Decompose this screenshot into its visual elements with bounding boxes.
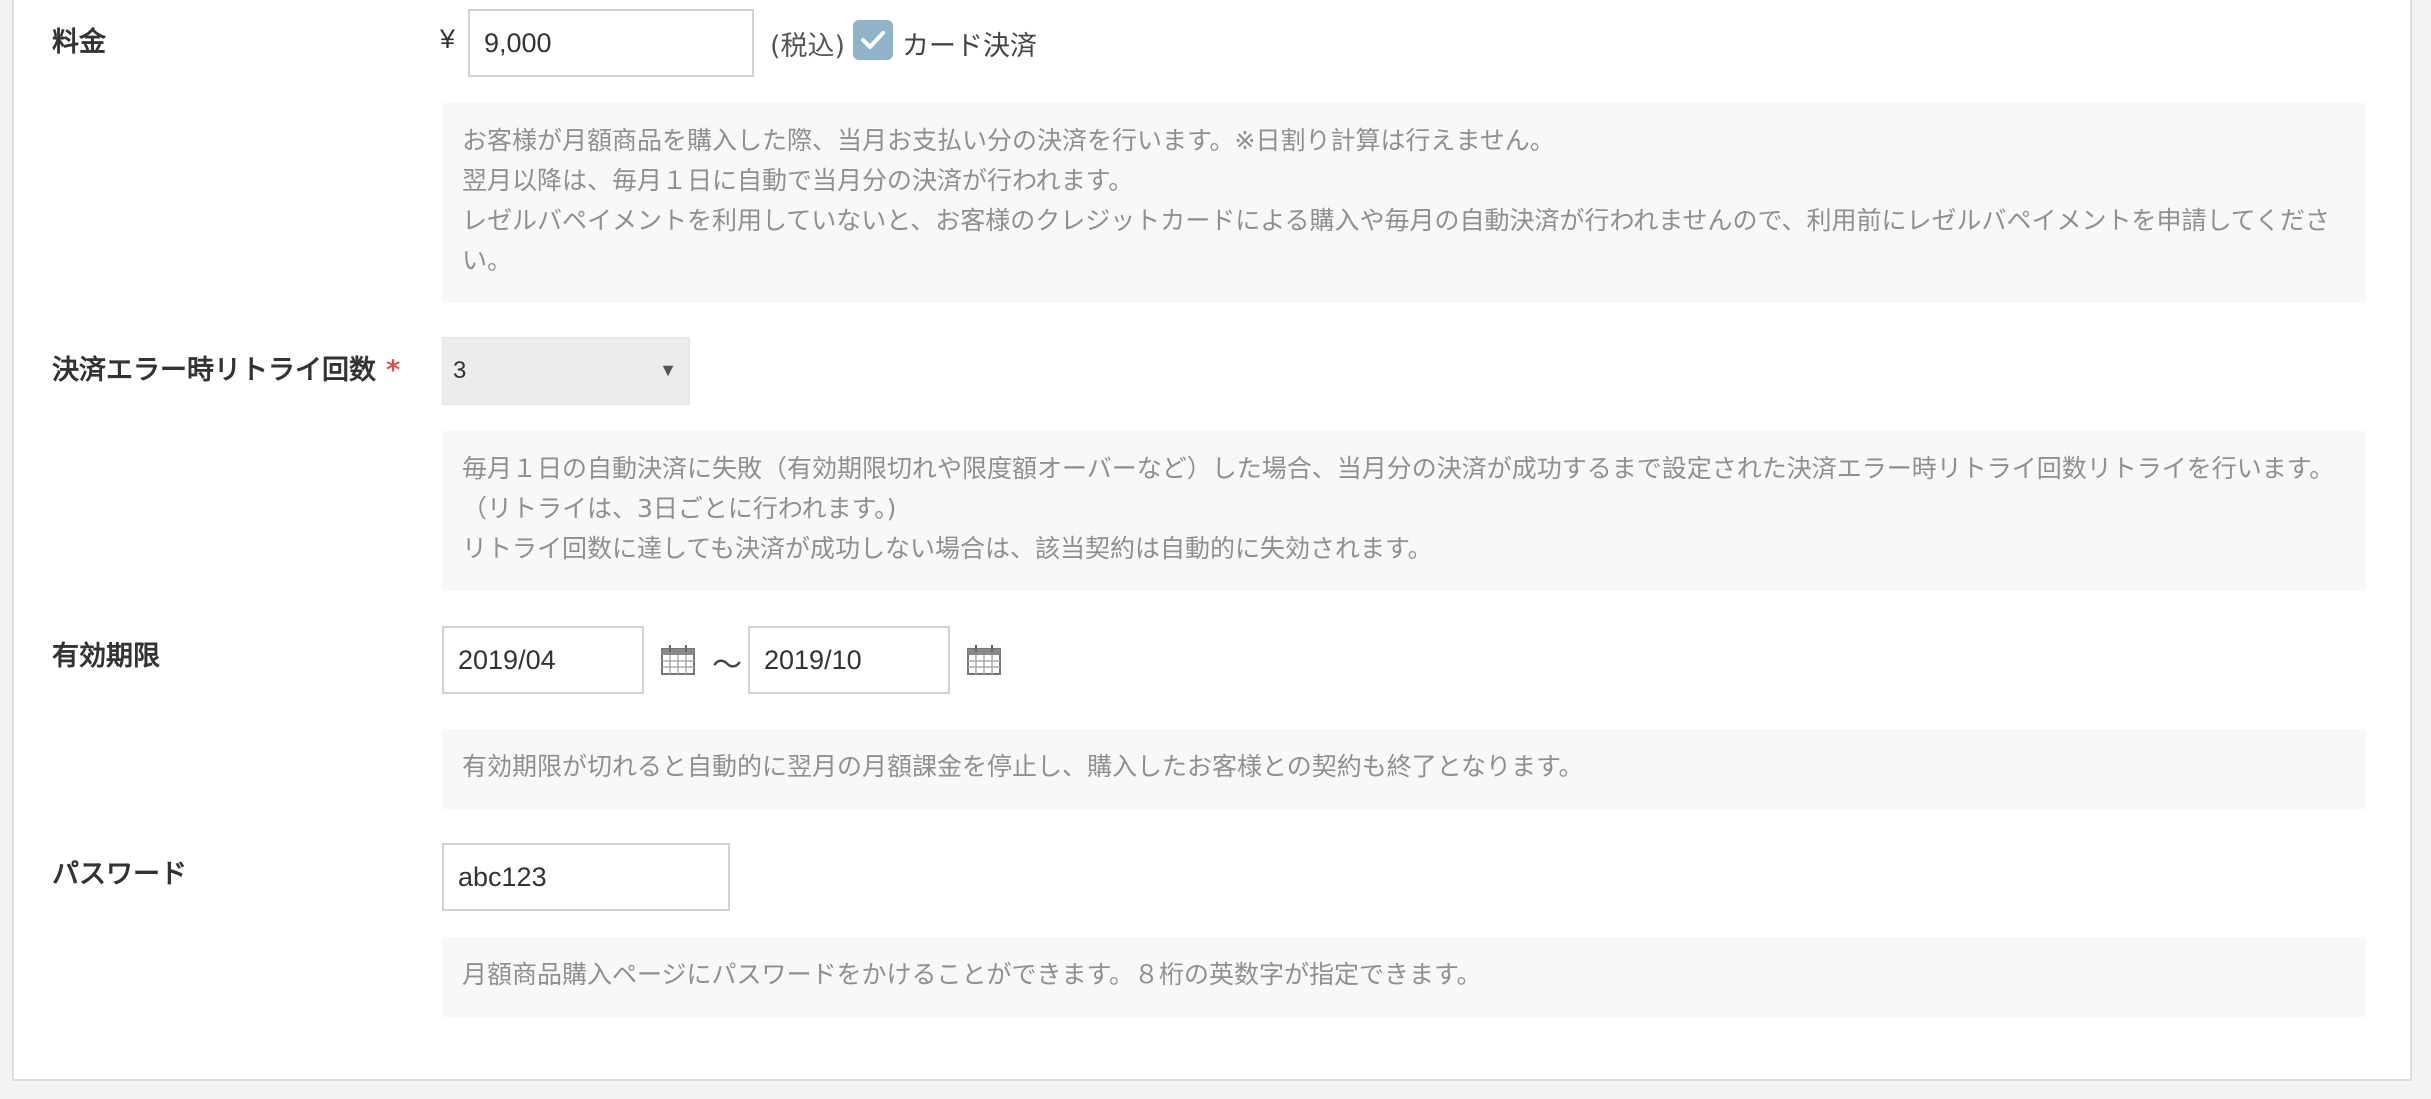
retry-count-value: 3 <box>453 357 467 384</box>
retry-help-box: 毎月１日の自動決済に失敗（有効期限切れや限度額オーバーなど）した場合、当月分の決… <box>442 431 2366 591</box>
password-label: パスワード <box>52 859 187 890</box>
fee-help-box: お客様が月額商品を購入した際、当月お支払い分の決済を行います。※日割り計算は行え… <box>442 103 2366 303</box>
retry-label: 決済エラー時リトライ回数 * <box>52 348 400 387</box>
password-help-box: 月額商品購入ページにパスワードをかけることができます。８桁の英数字が指定できます… <box>442 937 2366 1017</box>
password-input[interactable]: abc123 <box>442 843 730 911</box>
fee-label: 料金 <box>52 27 106 58</box>
calendar-icon[interactable] <box>661 645 695 675</box>
calendar-icon[interactable] <box>967 645 1001 675</box>
required-mark: * <box>386 355 401 386</box>
validity-help-line: 有効期限が切れると自動的に翌月の月額課金を停止し、購入したお客様との契約も終了と… <box>462 752 1584 781</box>
currency-symbol: ¥ <box>440 24 456 54</box>
fee-help-line: レゼルバペイメントを利用していないと、お客様のクレジットカードによる購入や毎月の… <box>462 206 2331 275</box>
checkmark-icon <box>861 31 885 49</box>
card-payment-checkbox[interactable] <box>853 20 893 60</box>
retry-help-line: リトライ回数に達しても決済が成功しない場合は、該当契約は自動的に失効されます。 <box>462 534 1433 563</box>
start-date-input[interactable]: 2019/04 <box>442 626 644 694</box>
end-date-input[interactable]: 2019/10 <box>748 626 950 694</box>
retry-help-line: 毎月１日の自動決済に失敗（有効期限切れや限度額オーバーなど）した場合、当月分の決… <box>462 454 2335 523</box>
fee-input[interactable]: 9,000 <box>468 9 754 77</box>
retry-count-select[interactable]: 3 ▼ <box>442 337 690 405</box>
password-help-line: 月額商品購入ページにパスワードをかけることができます。８桁の英数字が指定できます… <box>462 960 1482 989</box>
card-payment-label: カード決済 <box>902 31 1037 62</box>
validity-help-box: 有効期限が切れると自動的に翌月の月額課金を停止し、購入したお客様との契約も終了と… <box>442 729 2366 809</box>
fee-help-line: 翌月以降は、毎月１日に自動で当月分の決済が行われます。 <box>462 166 1134 195</box>
tax-note: (税込) <box>770 31 846 62</box>
validity-label: 有効期限 <box>52 641 160 672</box>
retry-label-text: 決済エラー時リトライ回数 <box>52 355 376 386</box>
fee-help-line: お客様が月額商品を購入した際、当月お支払い分の決済を行います。※日割り計算は行え… <box>462 126 1555 155</box>
date-range-separator: ～ <box>712 648 742 683</box>
caret-down-icon: ▼ <box>659 360 677 380</box>
